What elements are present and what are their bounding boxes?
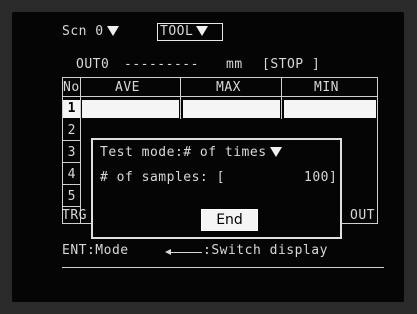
- row1-max-cell[interactable]: [183, 100, 280, 118]
- screen-selector[interactable]: Scn 0: [62, 25, 119, 39]
- screen-label: Scn 0: [62, 24, 104, 39]
- max-column-divider: [281, 77, 282, 119]
- end-button[interactable]: End: [201, 209, 258, 231]
- trg-label: TRG: [62, 208, 87, 223]
- row-divider: [62, 184, 80, 185]
- row-divider: [62, 206, 80, 207]
- switch-display-hint: :Switch display: [203, 243, 328, 258]
- dropdown-arrow-icon: [106, 26, 119, 36]
- ave-column-divider: [180, 77, 181, 119]
- table-row-2-number[interactable]: 2: [63, 122, 80, 140]
- test-mode-label: Test mode:# of times: [100, 145, 267, 160]
- row1-ave-cell[interactable]: [82, 100, 179, 118]
- table-header-divider: [62, 96, 378, 97]
- row-divider: [62, 162, 80, 163]
- table-row-3-number[interactable]: 3: [63, 144, 80, 162]
- measurement-value: ---------: [124, 57, 199, 72]
- ent-mode-hint: ENT:Mode: [62, 243, 129, 258]
- samples-label: # of samples: [: [100, 170, 225, 185]
- table-top-border: [62, 77, 378, 78]
- tool-menu-label-wrap: TOOL: [160, 24, 209, 39]
- tool-label: TOOL: [160, 24, 194, 39]
- mode-dropdown-arrow-icon: [269, 147, 282, 157]
- table-right-border: [377, 77, 378, 224]
- row1-min-cell[interactable]: [284, 100, 376, 118]
- output-label: OUT0: [76, 57, 110, 72]
- column-header-max: MAX: [216, 80, 241, 95]
- arrow-line: [170, 252, 202, 253]
- row-divider: [62, 140, 80, 141]
- column-header-no: No: [63, 80, 80, 95]
- out-label: OUT: [350, 208, 375, 223]
- run-state: [STOP ]: [262, 57, 321, 72]
- table-row-4-number[interactable]: 4: [63, 166, 80, 184]
- unit-label: mm: [226, 57, 243, 72]
- samples-field[interactable]: 100]: [304, 171, 337, 185]
- table-row-5-number[interactable]: 5: [63, 188, 80, 206]
- tool-dropdown-arrow-icon: [196, 26, 209, 36]
- table-row-1-number[interactable]: 1: [63, 100, 80, 118]
- device-frame: Scn 0 TOOL OUT0 --------- mm [STOP ] No …: [0, 0, 417, 314]
- column-header-ave: AVE: [115, 80, 140, 95]
- column-header-min: MIN: [314, 80, 339, 95]
- test-mode-selector[interactable]: Test mode:# of times: [100, 146, 282, 160]
- no-column-divider: [80, 77, 81, 224]
- footer-divider: [62, 267, 384, 268]
